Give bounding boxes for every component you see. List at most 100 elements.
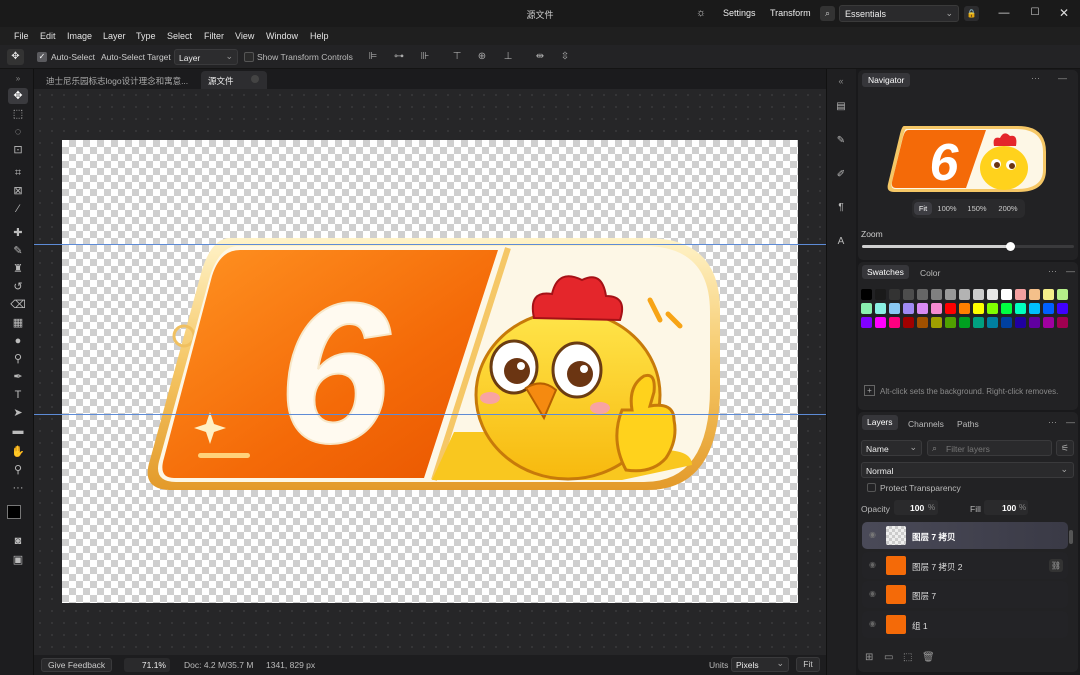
swatch[interactable] xyxy=(861,303,872,314)
layer-row[interactable]: ◉ 组 1 xyxy=(862,611,1068,638)
swatch[interactable] xyxy=(889,289,900,300)
menu-window[interactable]: Window xyxy=(266,31,298,41)
zoom-200-button[interactable]: 200% xyxy=(994,202,1022,215)
swatch[interactable] xyxy=(959,289,970,300)
lasso-tool-icon[interactable]: ◌ xyxy=(8,124,28,140)
swatch[interactable] xyxy=(987,289,998,300)
collapse-panel-icon[interactable]: — xyxy=(1066,417,1075,427)
sun-icon[interactable]: ☼ xyxy=(695,7,707,19)
menu-image[interactable]: Image xyxy=(67,31,92,41)
healing-brush-icon[interactable]: ✚ xyxy=(8,225,28,241)
swatch[interactable] xyxy=(1057,317,1068,328)
frame-tool-icon[interactable]: ⊠ xyxy=(8,183,28,199)
swatch[interactable] xyxy=(931,303,942,314)
swatch[interactable] xyxy=(861,317,872,328)
guide-line-bottom[interactable] xyxy=(34,414,826,415)
paragraph-icon[interactable]: ¶ xyxy=(834,201,848,215)
object-select-tool-icon[interactable]: ⊡ xyxy=(8,142,28,158)
swatch[interactable] xyxy=(875,303,886,314)
brushes-icon[interactable]: ✐ xyxy=(834,168,848,182)
swatch[interactable] xyxy=(945,303,956,314)
distribute-h-icon[interactable]: ⇹ xyxy=(534,51,546,62)
path-select-icon[interactable]: ➤ xyxy=(8,405,28,421)
navigator-preview[interactable]: 6 xyxy=(886,122,1050,196)
mask-icon[interactable]: ⬚ xyxy=(903,652,912,663)
swatch[interactable] xyxy=(973,317,984,328)
units-select[interactable]: Pixels ⌄ xyxy=(731,657,789,672)
expand-icon[interactable]: » xyxy=(8,71,28,87)
swatch[interactable] xyxy=(945,289,956,300)
swatch[interactable] xyxy=(987,317,998,328)
swatch[interactable] xyxy=(1029,303,1040,314)
settings-button[interactable]: Settings xyxy=(723,8,756,18)
swatch[interactable] xyxy=(973,289,984,300)
tab-layers[interactable]: Layers xyxy=(862,415,898,430)
opacity-field[interactable]: 100 % xyxy=(894,500,938,515)
align-right-icon[interactable]: ⊪ xyxy=(419,51,431,62)
swatch[interactable] xyxy=(1029,289,1040,300)
tab-disney-logo[interactable]: 迪士尼乐园标志logo设计理念和寓意... xyxy=(40,71,196,89)
panel-menu-icon[interactable]: ··· xyxy=(1048,266,1057,276)
pen-tool-icon[interactable]: ✒ xyxy=(8,369,28,385)
align-left-icon[interactable]: ⊫ xyxy=(367,51,379,62)
document-canvas[interactable]: 6 xyxy=(62,140,798,603)
workspace-select[interactable]: Essentials ⌄ xyxy=(839,5,959,22)
visibility-eye-icon[interactable]: ◉ xyxy=(869,589,879,599)
foreground-color-swatch[interactable] xyxy=(7,505,21,519)
swatch[interactable] xyxy=(1043,317,1054,328)
align-bottom-icon[interactable]: ⊥ xyxy=(502,51,514,62)
guide-line-top[interactable] xyxy=(34,244,826,245)
delete-layer-icon[interactable]: 🗑 xyxy=(922,652,935,663)
collapse-panel-icon[interactable]: — xyxy=(1058,73,1067,83)
align-top-icon[interactable]: ⊤ xyxy=(451,51,463,62)
swatch[interactable] xyxy=(903,317,914,328)
blend-mode-select[interactable]: Normal ⌄ xyxy=(861,462,1074,478)
layer-row[interactable]: ◉ 图层 7 拷贝 xyxy=(862,522,1068,549)
swatch[interactable] xyxy=(903,289,914,300)
layers-scrollbar[interactable] xyxy=(1069,530,1073,544)
tab-color[interactable]: Color xyxy=(920,268,940,278)
menu-type[interactable]: Type xyxy=(136,31,156,41)
move-tool-icon[interactable]: ✥ xyxy=(8,88,28,104)
swatch[interactable] xyxy=(987,303,998,314)
swatch[interactable] xyxy=(1001,289,1012,300)
libraries-icon[interactable]: ▤ xyxy=(834,100,848,114)
menu-select[interactable]: Select xyxy=(167,31,192,41)
screen-mode-icon[interactable]: ▣ xyxy=(8,552,28,568)
zoom-100-button[interactable]: 100% xyxy=(935,202,959,215)
zoom-slider-track[interactable] xyxy=(862,242,1074,251)
eraser-tool-icon[interactable]: ⌫ xyxy=(8,297,28,313)
zoom-150-button[interactable]: 150% xyxy=(964,202,990,215)
menu-view[interactable]: View xyxy=(235,31,254,41)
swatch[interactable] xyxy=(945,317,956,328)
swatch[interactable] xyxy=(1001,303,1012,314)
swatch[interactable] xyxy=(1057,303,1068,314)
fit-button[interactable]: Fit xyxy=(796,657,820,672)
tab-channels[interactable]: Channels xyxy=(908,419,944,429)
shape-tool-icon[interactable]: ▬ xyxy=(8,423,28,439)
add-swatch-icon[interactable]: + xyxy=(864,385,875,396)
marquee-tool-icon[interactable]: ⬚ xyxy=(8,106,28,122)
menu-help[interactable]: Help xyxy=(310,31,329,41)
visibility-eye-icon[interactable]: ◉ xyxy=(869,530,879,540)
menu-filter[interactable]: Filter xyxy=(204,31,224,41)
swatch[interactable] xyxy=(875,289,886,300)
swatch[interactable] xyxy=(889,317,900,328)
give-feedback-button[interactable]: Give Feedback xyxy=(41,658,113,672)
minimize-icon[interactable]: — xyxy=(996,5,1012,21)
swatch[interactable] xyxy=(903,303,914,314)
swatch[interactable] xyxy=(1043,289,1054,300)
tab-source-file[interactable]: 源文件 xyxy=(201,71,267,89)
type-tool-icon[interactable]: T xyxy=(8,387,28,403)
maximize-icon[interactable]: ☐ xyxy=(1027,5,1043,21)
align-middle-v-icon[interactable]: ⊕ xyxy=(476,51,488,62)
auto-select-checkbox[interactable]: ✓ xyxy=(37,52,47,62)
layer-row[interactable]: ◉ 图层 7 xyxy=(862,581,1068,608)
swatch[interactable] xyxy=(889,303,900,314)
menu-layer[interactable]: Layer xyxy=(103,31,126,41)
swatch[interactable] xyxy=(1015,289,1026,300)
collapse-icon[interactable]: « xyxy=(834,74,848,88)
link-icon[interactable]: ⛓ xyxy=(1049,559,1063,572)
zoom-field[interactable]: 71.1% xyxy=(124,658,170,672)
target-select[interactable]: Layer ⌄ xyxy=(174,49,238,65)
